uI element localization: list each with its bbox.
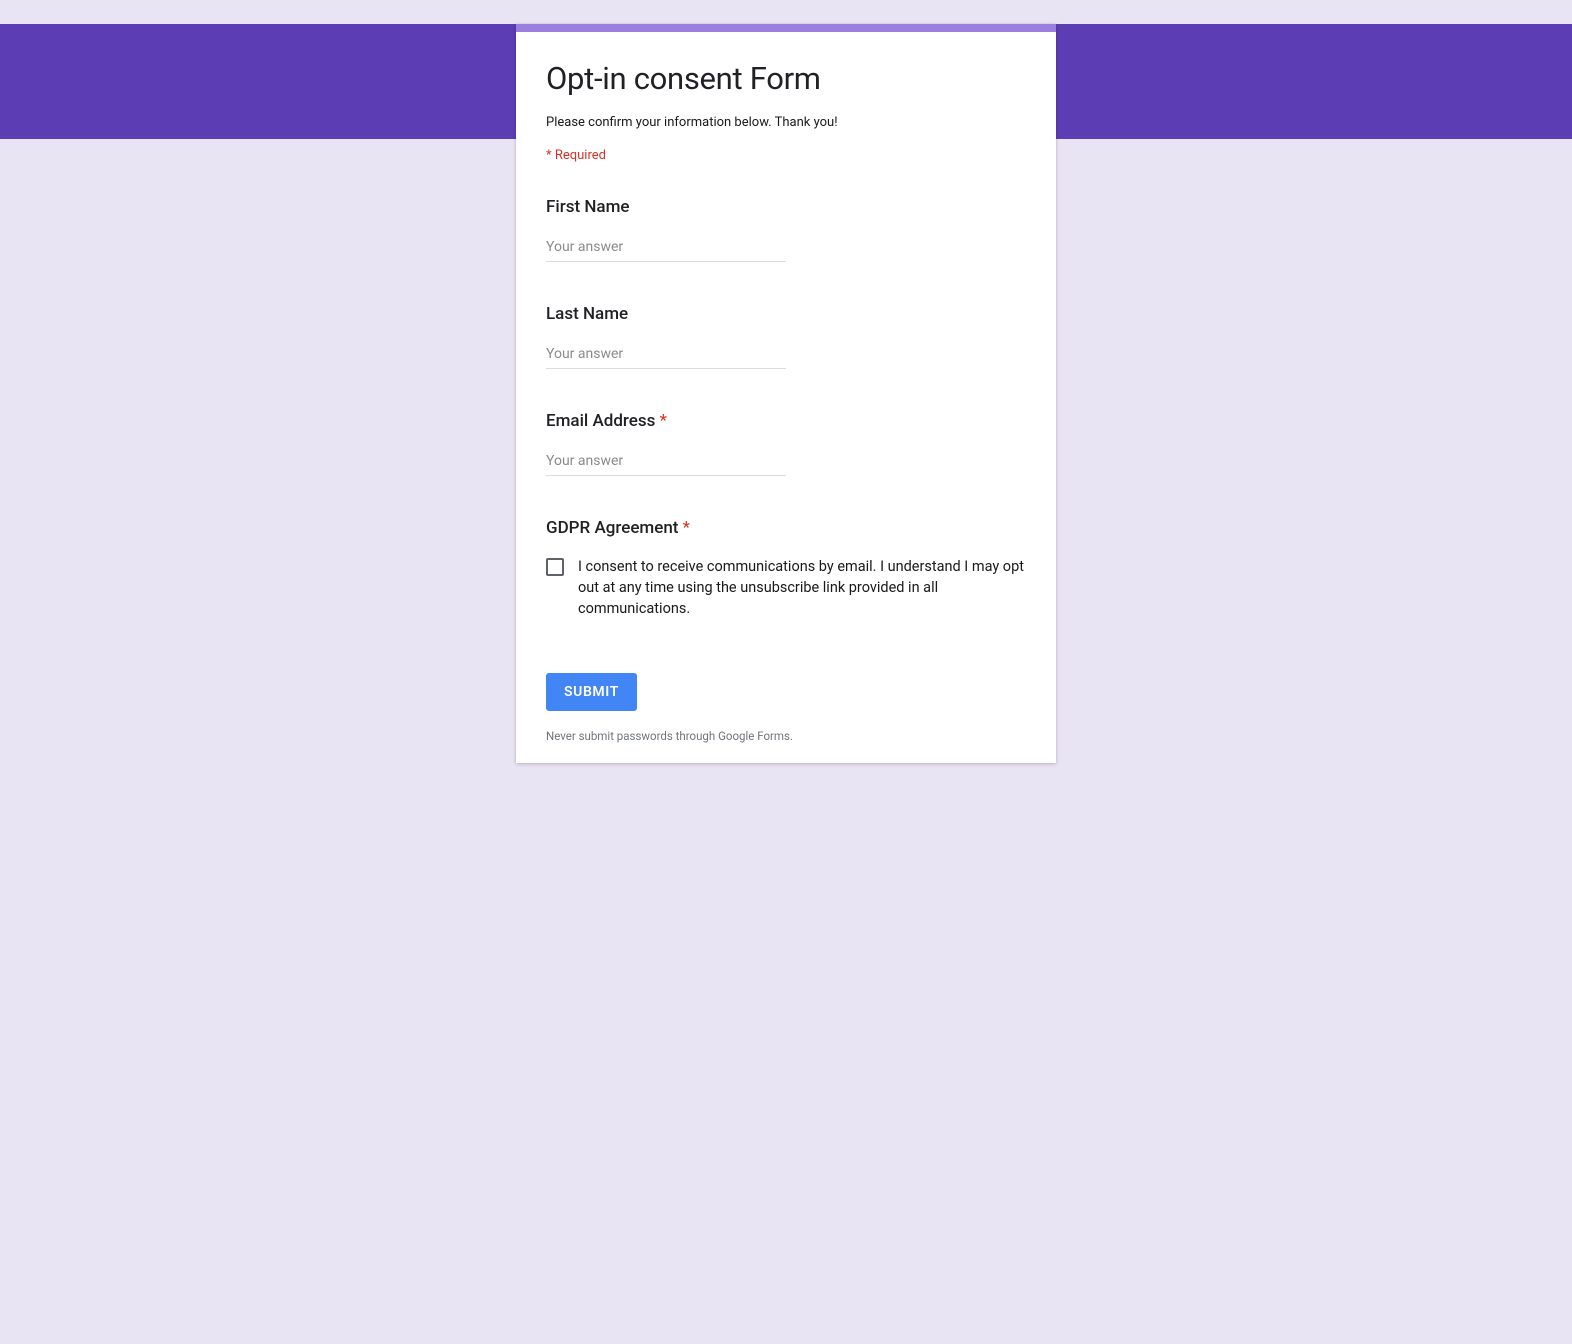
label-email-text: Email Address	[546, 411, 655, 431]
first-name-input[interactable]	[546, 235, 786, 262]
question-gdpr: GDPR Agreement * I consent to receive co…	[546, 518, 1026, 619]
gdpr-checkbox-label: I consent to receive communications by e…	[578, 556, 1026, 619]
form-title: Opt-in consent Form	[546, 60, 1026, 97]
gdpr-checkbox[interactable]	[546, 558, 564, 576]
last-name-input[interactable]	[546, 342, 786, 369]
footer-note: Never submit passwords through Google Fo…	[546, 729, 1026, 743]
label-first-name: First Name	[546, 197, 1026, 217]
question-email: Email Address *	[546, 411, 1026, 476]
required-note: * Required	[546, 148, 1026, 163]
label-gdpr: GDPR Agreement *	[546, 518, 1026, 538]
email-input[interactable]	[546, 449, 786, 476]
question-first-name: First Name	[546, 197, 1026, 262]
submit-button[interactable]: SUBMIT	[546, 673, 637, 711]
gdpr-checkbox-row: I consent to receive communications by e…	[546, 556, 1026, 619]
label-email: Email Address *	[546, 411, 1026, 431]
asterisk-icon: *	[678, 518, 690, 538]
asterisk-icon: *	[655, 411, 667, 431]
label-gdpr-text: GDPR Agreement	[546, 518, 678, 538]
question-last-name: Last Name	[546, 304, 1026, 369]
form-card: Opt-in consent Form Please confirm your …	[516, 24, 1056, 763]
form-description: Please confirm your information below. T…	[546, 115, 1026, 130]
label-last-name: Last Name	[546, 304, 1026, 324]
